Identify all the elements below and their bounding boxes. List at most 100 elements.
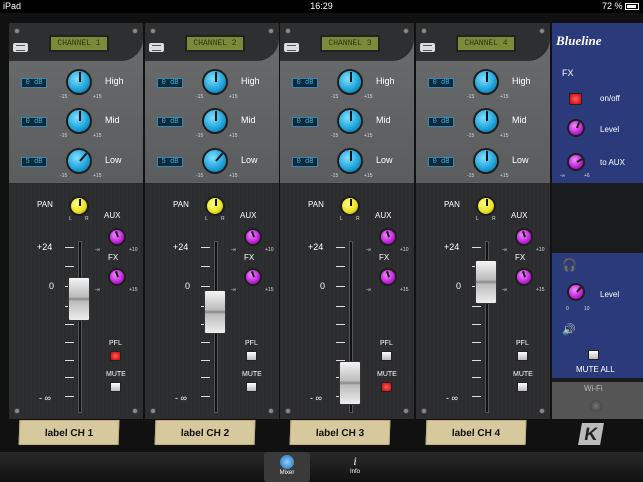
aux-send-knob[interactable] bbox=[379, 228, 397, 246]
scale-tick bbox=[65, 396, 74, 397]
screw-icon bbox=[403, 408, 409, 414]
pan-knob[interactable] bbox=[69, 196, 89, 216]
mute-button[interactable] bbox=[246, 382, 257, 392]
fx-min-label: -∞ bbox=[366, 287, 372, 293]
channel-strip: CHANNEL 3 0 dB High -15 +15 0 dB Mid -15… bbox=[280, 23, 414, 419]
channel-fader[interactable] bbox=[204, 289, 226, 334]
channel-name-display[interactable]: CHANNEL 4 bbox=[456, 35, 516, 52]
scale-tick bbox=[472, 360, 481, 361]
aux-max-label: +10 bbox=[536, 247, 545, 253]
screw-icon bbox=[403, 28, 409, 34]
scale-tick bbox=[336, 266, 345, 267]
fx-send-knob[interactable] bbox=[515, 268, 533, 286]
scale-bottom-label: - ∞ bbox=[446, 393, 458, 403]
fx-to-aux-knob[interactable] bbox=[567, 153, 585, 171]
mid-db-readout: 0 dB bbox=[292, 117, 318, 127]
eq-low-knob[interactable] bbox=[66, 148, 92, 174]
channel-fader[interactable] bbox=[68, 276, 90, 321]
eq-low-label: Low bbox=[376, 155, 393, 165]
eq-low-label: Low bbox=[105, 155, 122, 165]
channel-menu-button[interactable] bbox=[149, 43, 164, 52]
channel-name-display[interactable]: CHANNEL 3 bbox=[320, 35, 380, 52]
fx-min-label: -∞ bbox=[502, 287, 508, 293]
channel-label-tape[interactable]: label CH 4 bbox=[425, 420, 527, 445]
aux-label: AUX bbox=[511, 211, 528, 220]
eq-min-label: -15 bbox=[467, 133, 475, 139]
scale-top-label: +24 bbox=[308, 242, 324, 252]
headphone-level-label: Level bbox=[600, 290, 620, 299]
eq-mid-knob[interactable] bbox=[66, 108, 92, 134]
tab-mixer[interactable]: Mixer bbox=[264, 452, 310, 482]
channel-strip: CHANNEL 4 0 dB High -15 +15 0 dB Mid -15… bbox=[416, 23, 550, 419]
wifi-led-icon bbox=[590, 400, 602, 412]
aux-send-knob[interactable] bbox=[244, 228, 262, 246]
eq-max-label: +15 bbox=[500, 173, 509, 179]
channel-label-tape[interactable]: label CH 3 bbox=[289, 420, 391, 445]
monitor-section: 🎧 Level 0 10 🔊 MUTE ALL bbox=[552, 253, 643, 378]
speaker-icon: 🔊 bbox=[562, 324, 576, 336]
channel-fader[interactable] bbox=[339, 361, 361, 406]
screw-icon bbox=[539, 408, 545, 414]
eq-mid-knob[interactable] bbox=[473, 108, 499, 134]
mute-button[interactable] bbox=[381, 382, 392, 392]
eq-high-label: High bbox=[512, 76, 531, 86]
scale-tick bbox=[472, 324, 481, 325]
pan-knob[interactable] bbox=[476, 196, 496, 216]
eq-low-knob[interactable] bbox=[337, 148, 363, 174]
eq-high-label: High bbox=[241, 76, 260, 86]
pfl-button[interactable] bbox=[381, 351, 392, 361]
eq-mid-label: Mid bbox=[512, 115, 527, 125]
scale-tick bbox=[472, 377, 481, 378]
eq-mid-knob[interactable] bbox=[337, 108, 363, 134]
eq-high-knob[interactable] bbox=[202, 69, 228, 95]
eq-low-knob[interactable] bbox=[473, 148, 499, 174]
channel-name-display[interactable]: CHANNEL 1 bbox=[49, 35, 109, 52]
eq-min-label: -15 bbox=[60, 94, 68, 100]
fx-level-knob[interactable] bbox=[567, 119, 585, 137]
eq-max-label: +15 bbox=[500, 94, 509, 100]
mute-label: MUTE bbox=[513, 371, 533, 378]
fx-send-knob[interactable] bbox=[244, 268, 262, 286]
fx-send-label: FX bbox=[108, 253, 119, 262]
eq-mid-knob[interactable] bbox=[202, 108, 228, 134]
pfl-label: PFL bbox=[516, 340, 529, 347]
eq-min-label: -15 bbox=[331, 94, 339, 100]
channel-menu-button[interactable] bbox=[284, 43, 299, 52]
channel-fader[interactable] bbox=[475, 260, 497, 305]
headphone-level-knob[interactable] bbox=[567, 283, 585, 301]
headphones-icon: 🎧 bbox=[562, 258, 577, 272]
pan-label: PAN bbox=[308, 200, 324, 209]
aux-send-knob[interactable] bbox=[515, 228, 533, 246]
pan-knob[interactable] bbox=[340, 196, 360, 216]
channel-label-tape[interactable]: label CH 1 bbox=[18, 420, 120, 445]
scale-top-label: +24 bbox=[173, 242, 189, 252]
fx-send-knob[interactable] bbox=[108, 268, 126, 286]
mute-all-button[interactable] bbox=[588, 350, 599, 360]
eq-min-label: -15 bbox=[467, 173, 475, 179]
channel-name-display[interactable]: CHANNEL 2 bbox=[185, 35, 245, 52]
pan-label: PAN bbox=[444, 200, 460, 209]
pan-r-label: R bbox=[85, 216, 89, 222]
eq-max-label: +15 bbox=[229, 94, 238, 100]
channel-menu-button[interactable] bbox=[13, 43, 28, 52]
tab-info[interactable]: i Info bbox=[332, 452, 378, 482]
aux-send-knob[interactable] bbox=[108, 228, 126, 246]
fx-onoff-button[interactable] bbox=[569, 93, 582, 105]
eq-high-knob[interactable] bbox=[337, 69, 363, 95]
mute-button[interactable] bbox=[517, 382, 528, 392]
eq-high-knob[interactable] bbox=[66, 69, 92, 95]
eq-mid-label: Mid bbox=[376, 115, 391, 125]
pfl-button[interactable] bbox=[246, 351, 257, 361]
eq-min-label: -15 bbox=[196, 133, 204, 139]
pfl-button[interactable] bbox=[110, 351, 121, 361]
fx-send-knob[interactable] bbox=[379, 268, 397, 286]
pan-knob[interactable] bbox=[205, 196, 225, 216]
channel-label-tape[interactable]: label CH 2 bbox=[154, 420, 256, 445]
channel-menu-button[interactable] bbox=[420, 43, 435, 52]
mute-all-label: MUTE ALL bbox=[576, 365, 615, 374]
aux-min-label: -∞ bbox=[502, 247, 508, 253]
mute-button[interactable] bbox=[110, 382, 121, 392]
eq-high-knob[interactable] bbox=[473, 69, 499, 95]
eq-low-knob[interactable] bbox=[202, 148, 228, 174]
pfl-button[interactable] bbox=[517, 351, 528, 361]
